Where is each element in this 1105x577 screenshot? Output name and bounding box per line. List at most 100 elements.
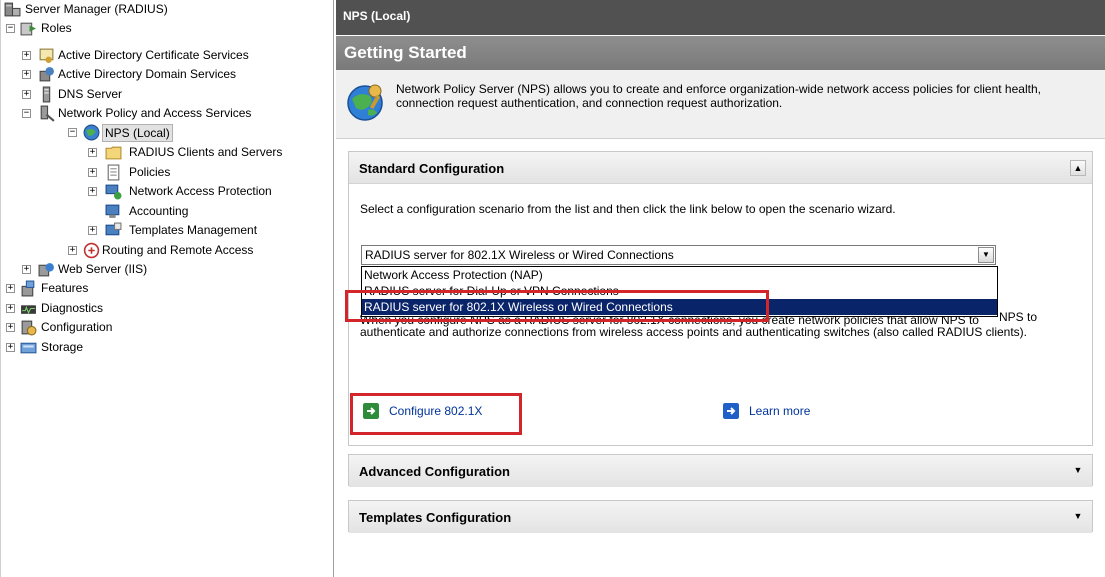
certificate-icon bbox=[39, 48, 54, 63]
expand-icon[interactable]: + bbox=[6, 343, 15, 352]
scenario-option-nap[interactable]: Network Access Protection (NAP) bbox=[362, 267, 997, 283]
expand-arrow-icon[interactable]: ▼ bbox=[1070, 463, 1086, 479]
diagnostics-icon bbox=[21, 305, 36, 315]
tree-node-storage[interactable]: + Storage bbox=[1, 338, 331, 357]
tree-node-templates-management[interactable]: + Templates Management bbox=[1, 221, 331, 240]
expand-icon[interactable]: + bbox=[88, 168, 97, 177]
tree-label: Accounting bbox=[129, 204, 189, 218]
tree-label: Configuration bbox=[41, 320, 113, 334]
expand-icon[interactable]: + bbox=[22, 90, 31, 99]
learn-more-label: Learn more bbox=[749, 404, 811, 418]
tree-node-features[interactable]: + Features bbox=[1, 279, 331, 298]
tree-node-dns[interactable]: + DNS Server bbox=[1, 85, 331, 104]
section-title: Templates Configuration bbox=[359, 510, 512, 525]
dns-icon bbox=[42, 86, 51, 103]
highlight-box-configure-link bbox=[350, 393, 522, 435]
tree-node-ad-domain[interactable]: + Active Directory Domain Services bbox=[1, 65, 331, 84]
collapse-icon[interactable]: − bbox=[68, 128, 77, 137]
accounting-icon bbox=[105, 204, 120, 218]
advanced-configuration-header[interactable]: Advanced Configuration ▼ bbox=[349, 455, 1092, 487]
scenario-select[interactable]: RADIUS server for 802.1X Wireless or Wir… bbox=[361, 245, 996, 265]
expand-icon[interactable]: + bbox=[88, 187, 97, 196]
tree-label: Network Access Protection bbox=[129, 184, 272, 198]
tree-label: Policies bbox=[129, 165, 171, 179]
configuration-icon bbox=[21, 320, 37, 336]
network-access-protection-icon bbox=[105, 184, 122, 200]
tree-label: Features bbox=[41, 281, 89, 295]
arrow-right-blue-icon bbox=[723, 403, 739, 419]
highlight-box-selected-option bbox=[345, 290, 769, 322]
tree-label: Server Manager (RADIUS) bbox=[25, 2, 168, 16]
tree-node-routing[interactable]: + Routing and Remote Access bbox=[1, 241, 331, 260]
folder-icon bbox=[105, 146, 122, 160]
tree-label: RADIUS Clients and Servers bbox=[129, 145, 283, 159]
tree-label: Web Server (IIS) bbox=[58, 262, 148, 276]
policies-icon bbox=[107, 164, 120, 181]
storage-icon bbox=[20, 342, 37, 354]
tree-node-nap[interactable]: + Network Access Protection bbox=[1, 182, 331, 201]
tree-node-ad-cert[interactable]: + Active Directory Certificate Services bbox=[1, 46, 331, 65]
expand-icon[interactable]: + bbox=[6, 304, 15, 313]
tree-node-server-manager[interactable]: Server Manager (RADIUS) bbox=[1, 0, 331, 19]
expand-icon[interactable]: + bbox=[88, 148, 97, 157]
expand-arrow-icon[interactable]: ▼ bbox=[1070, 509, 1086, 525]
expand-icon[interactable]: + bbox=[22, 265, 31, 274]
getting-started-header: Getting Started bbox=[336, 36, 1105, 70]
chevron-down-icon[interactable]: ▼ bbox=[978, 247, 994, 263]
tree-label: DNS Server bbox=[58, 87, 123, 101]
console-tree: Server Manager (RADIUS) − Roles + Active… bbox=[0, 0, 334, 577]
scenario-selected-value: RADIUS server for 802.1X Wireless or Wir… bbox=[365, 248, 674, 262]
tree-node-radius-clients[interactable]: + RADIUS Clients and Servers bbox=[1, 143, 331, 162]
expand-icon[interactable]: + bbox=[6, 323, 15, 332]
tree-label: Routing and Remote Access bbox=[102, 243, 254, 257]
templates-configuration-header[interactable]: Templates Configuration ▼ bbox=[349, 501, 1092, 533]
scenario-explanation-line2: authenticate and authorize connections f… bbox=[360, 325, 1028, 339]
section-title: Advanced Configuration bbox=[359, 464, 510, 479]
expand-icon[interactable]: + bbox=[68, 246, 77, 255]
intro-text: Network Policy Server (NPS) allows you t… bbox=[396, 82, 1041, 110]
roles-icon bbox=[20, 22, 36, 36]
collapse-arrow-icon[interactable]: ▲ bbox=[1070, 160, 1086, 176]
expand-icon[interactable]: + bbox=[6, 284, 15, 293]
tree-label: Active Directory Certificate Services bbox=[58, 48, 249, 62]
tree-label: Active Directory Domain Services bbox=[58, 67, 237, 81]
tree-label: Network Policy and Access Services bbox=[58, 106, 252, 120]
server-manager-icon bbox=[4, 2, 21, 17]
tree-label: Templates Management bbox=[129, 223, 258, 237]
nps-globe-icon bbox=[83, 124, 100, 141]
tree-node-policies[interactable]: + Policies bbox=[1, 163, 331, 182]
web-server-icon bbox=[38, 263, 54, 277]
features-icon bbox=[21, 280, 35, 297]
tree-label: NPS (Local) bbox=[102, 124, 173, 142]
templates-icon bbox=[105, 222, 122, 236]
templates-configuration-section[interactable]: Templates Configuration ▼ bbox=[348, 500, 1093, 533]
collapse-icon[interactable]: − bbox=[6, 24, 15, 33]
tree-label: Roles bbox=[41, 21, 72, 35]
tree-node-roles[interactable]: − Roles bbox=[1, 19, 331, 38]
details-pane: NPS (Local) Getting Started Network Poli… bbox=[336, 0, 1105, 577]
pane-title: NPS (Local) bbox=[343, 9, 411, 23]
tree-node-web-server[interactable]: + Web Server (IIS) bbox=[1, 260, 331, 279]
collapse-icon[interactable]: − bbox=[22, 109, 31, 118]
tree-node-configuration[interactable]: + Configuration bbox=[1, 318, 331, 337]
advanced-configuration-section[interactable]: Advanced Configuration ▼ bbox=[348, 454, 1093, 487]
routing-icon bbox=[83, 242, 100, 259]
tree-node-nps-local[interactable]: − NPS (Local) bbox=[1, 123, 331, 142]
tree-node-npas[interactable]: − Network Policy and Access Services bbox=[1, 104, 331, 123]
expand-icon[interactable]: + bbox=[22, 70, 31, 79]
network-policy-icon bbox=[40, 105, 55, 122]
tree-label: Diagnostics bbox=[41, 301, 104, 315]
nps-globe-icon bbox=[347, 84, 383, 121]
section-title: Standard Configuration bbox=[359, 161, 505, 176]
domain-services-icon bbox=[39, 67, 54, 82]
expand-icon[interactable]: + bbox=[88, 226, 97, 235]
intro-panel: Network Policy Server (NPS) allows you t… bbox=[336, 70, 1105, 139]
getting-started-title: Getting Started bbox=[344, 43, 467, 62]
tree-node-accounting[interactable]: Accounting bbox=[1, 202, 331, 221]
expand-icon[interactable]: + bbox=[22, 51, 31, 60]
scenario-explanation-tail: NPS to bbox=[999, 310, 1038, 324]
tree-label: Storage bbox=[41, 340, 84, 354]
pane-header: NPS (Local) bbox=[336, 0, 1105, 35]
standard-configuration-header[interactable]: Standard Configuration ▲ bbox=[349, 152, 1092, 184]
tree-node-diagnostics[interactable]: + Diagnostics bbox=[1, 299, 331, 318]
